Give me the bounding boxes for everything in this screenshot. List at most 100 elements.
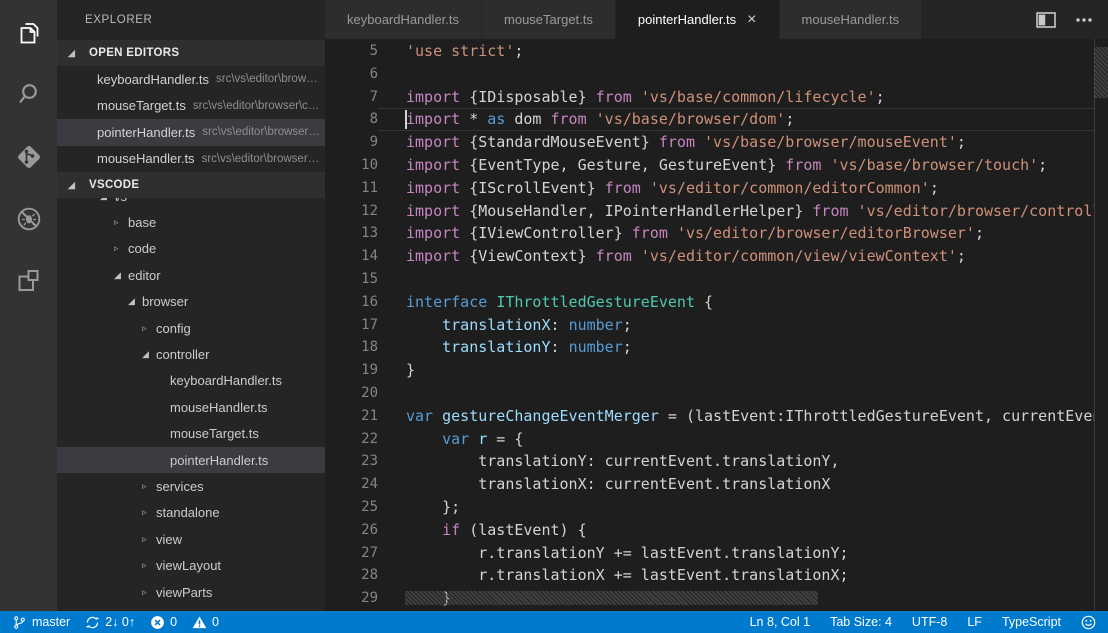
tab-bar: keyboardHandler.tsmouseTarget.tspointerH… <box>325 0 1108 39</box>
tree-item[interactable]: ▹code <box>57 236 325 262</box>
line-number: 22 <box>325 428 378 451</box>
extensions-icon <box>15 267 43 300</box>
tree-item[interactable]: pointerHandler.ts <box>57 447 325 473</box>
line-number: 14 <box>325 245 378 268</box>
code-editor[interactable]: 5'use strict';67import {IDisposable} fro… <box>325 39 1108 611</box>
tree-item[interactable]: ▹services <box>57 473 325 499</box>
tree-item[interactable]: keyboardHandler.ts <box>57 368 325 394</box>
line-number: 13 <box>325 222 378 245</box>
status-encoding[interactable]: UTF-8 <box>912 615 947 629</box>
line-number: 6 <box>325 63 378 86</box>
horizontal-scrollbar-thumb[interactable] <box>405 591 818 605</box>
section-folder[interactable]: ◢ VSCODE <box>57 172 325 198</box>
status-bar-left: master 2↓ 0↑ 00 <box>12 615 234 630</box>
status-feedback[interactable] <box>1081 615 1096 630</box>
error-icon <box>150 615 165 630</box>
line-number: 24 <box>325 473 378 496</box>
chevron-expanded-icon: ◢ <box>128 296 142 307</box>
status-sync-status[interactable]: 2↓ 0↑ <box>85 615 135 630</box>
chevron-collapsed-icon: ▹ <box>142 481 156 492</box>
activity-debug[interactable] <box>0 190 57 252</box>
vertical-scrollbar-thumb[interactable] <box>1094 47 1108 98</box>
code-line: 17 translationX: number; <box>325 314 1094 337</box>
line-number: 21 <box>325 405 378 428</box>
line-number: 8 <box>325 108 378 131</box>
status-warnings[interactable]: 0 <box>192 615 219 630</box>
open-editor-item[interactable]: mouseTarget.tssrc\vs\editor\browser\cont… <box>57 93 325 120</box>
code-line: 18 translationY: number; <box>325 336 1094 359</box>
code-line: 13import {IViewController} from 'vs/edit… <box>325 222 1094 245</box>
activity-extensions[interactable] <box>0 252 57 314</box>
section-open-editors[interactable]: ◢ OPEN EDITORS <box>57 40 325 66</box>
status-tab-size[interactable]: Tab Size: 4 <box>830 615 892 629</box>
tree-item[interactable]: ▹viewLayout <box>57 552 325 578</box>
tree-item[interactable]: ▹standalone <box>57 500 325 526</box>
status-cursor-position[interactable]: Ln 8, Col 1 <box>750 615 810 629</box>
code-line: 22 var r = { <box>325 428 1094 451</box>
tree-item[interactable]: ▹config <box>57 315 325 341</box>
line-number: 12 <box>325 200 378 223</box>
status-branch[interactable]: master <box>12 615 70 630</box>
chevron-collapsed-icon: ▹ <box>142 323 156 334</box>
tab-bar-empty-space <box>922 0 1036 39</box>
code-line: 12import {MouseHandler, IPointerHandlerH… <box>325 200 1094 223</box>
activity-search[interactable] <box>0 66 57 128</box>
line-number: 28 <box>325 564 378 587</box>
tree-item[interactable]: ▹view <box>57 526 325 552</box>
chevron-collapsed-icon: ▹ <box>114 217 128 228</box>
open-editor-item[interactable]: pointerHandler.tssrc\vs\editor\browser\c… <box>57 119 325 146</box>
line-number: 20 <box>325 382 378 405</box>
code-line: 14import {ViewContext} from 'vs/editor/c… <box>325 245 1094 268</box>
line-number: 27 <box>325 542 378 565</box>
tree-item[interactable]: mouseHandler.ts <box>57 394 325 420</box>
tab-pointerHandler.ts[interactable]: pointerHandler.ts× <box>616 0 780 39</box>
chevron-collapsed-icon: ▹ <box>142 534 156 545</box>
tree-item[interactable]: ◢browser <box>57 289 325 315</box>
more-actions-icon[interactable] <box>1074 12 1094 28</box>
open-editor-item[interactable]: mouseHandler.tssrc\vs\editor\browser\con… <box>57 146 325 173</box>
line-number: 23 <box>325 450 378 473</box>
line-number: 25 <box>325 496 378 519</box>
tree-item[interactable]: mouseTarget.ts <box>57 421 325 447</box>
tree-item[interactable]: ▹base <box>57 209 325 235</box>
tree-item[interactable]: ▹viewParts <box>57 579 325 605</box>
status-eol[interactable]: LF <box>967 615 982 629</box>
status-language-mode[interactable]: TypeScript <box>1002 615 1061 629</box>
open-editor-item[interactable]: keyboardHandler.tssrc\vs\editor\browser\… <box>57 66 325 93</box>
tree-item[interactable]: ◢editor <box>57 262 325 288</box>
text-cursor <box>405 110 407 129</box>
tab-mouseHandler.ts[interactable]: mouseHandler.ts <box>780 0 923 39</box>
code-line: 6 <box>325 63 1094 86</box>
tree-item[interactable]: ◢controller <box>57 341 325 367</box>
tree-item[interactable]: ◢vs <box>57 198 325 209</box>
line-number: 7 <box>325 86 378 109</box>
line-number: 19 <box>325 359 378 382</box>
code-line: 19} <box>325 359 1094 382</box>
activity-bar <box>0 0 57 611</box>
git-branch-icon <box>12 615 27 630</box>
search-icon <box>15 81 43 114</box>
code-line: 20 <box>325 382 1094 405</box>
line-number: 9 <box>325 131 378 154</box>
code-line: 25 }; <box>325 496 1094 519</box>
code-line: 28 r.translationX += lastEvent.translati… <box>325 564 1094 587</box>
split-editor-icon[interactable] <box>1036 12 1056 28</box>
git-icon <box>15 143 43 176</box>
file-tree: ◢vs▹base▹code◢editor◢browser▹config◢cont… <box>57 198 325 611</box>
status-bar-right: Ln 8, Col 1 Tab Size: 4 UTF-8 LF TypeScript <box>730 615 1096 630</box>
activity-source-control[interactable] <box>0 128 57 190</box>
status-errors[interactable]: 0 <box>150 615 177 630</box>
chevron-expanded-icon: ◢ <box>68 180 82 191</box>
tab-keyboardHandler.ts[interactable]: keyboardHandler.ts <box>325 0 482 39</box>
code-line: 10import {EventType, Gesture, GestureEve… <box>325 154 1094 177</box>
files-icon <box>15 19 43 52</box>
close-tab-icon[interactable]: × <box>747 12 756 28</box>
chevron-collapsed-icon: ▹ <box>114 243 128 254</box>
open-editors-list: keyboardHandler.tssrc\vs\editor\browser\… <box>57 66 325 172</box>
line-number: 11 <box>325 177 378 200</box>
code-line: 26 if (lastEvent) { <box>325 519 1094 542</box>
activity-explorer[interactable] <box>0 4 57 66</box>
vscode-window: EXPLORER ◢ OPEN EDITORS keyboardHandler.… <box>0 0 1108 633</box>
tab-mouseTarget.ts[interactable]: mouseTarget.ts <box>482 0 616 39</box>
code-line: 11import {IScrollEvent} from 'vs/editor/… <box>325 177 1094 200</box>
